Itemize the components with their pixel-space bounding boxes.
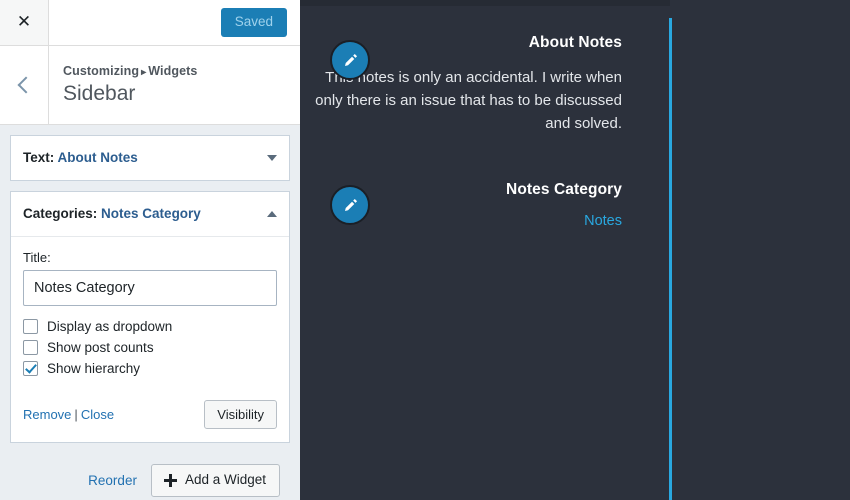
customizer-topbar: ✕ Saved <box>0 0 300 46</box>
preview-category-link-notes[interactable]: Notes <box>584 213 622 229</box>
chevron-up-icon[interactable] <box>267 211 277 218</box>
preview-widget-notes-category: Notes Category Notes <box>300 181 670 230</box>
back-button[interactable] <box>0 46 49 124</box>
checkbox-display-as-dropdown-label: Display as dropdown <box>47 319 173 335</box>
customizer-sidebar: ✕ Saved Customizing ▸ Widgets Sidebar Te… <box>0 0 300 500</box>
close-x-icon: ✕ <box>16 12 32 32</box>
close-widget-link[interactable]: Close <box>81 407 114 422</box>
checkbox-show-post-counts[interactable]: Show post counts <box>23 340 277 356</box>
theme-preview: About Notes This notes is only an accide… <box>300 0 850 500</box>
widget-action-links: Remove | Close <box>23 407 204 422</box>
chevron-down-icon[interactable] <box>267 155 277 162</box>
categories-options: Display as dropdown Show post counts Sho… <box>23 319 277 377</box>
preview-sidebar-area: About Notes This notes is only an accide… <box>300 34 670 230</box>
checkbox-display-as-dropdown[interactable]: Display as dropdown <box>23 319 277 335</box>
remove-widget-link[interactable]: Remove <box>23 407 71 422</box>
breadcrumb-parent: Widgets <box>148 63 198 78</box>
widget-categories-form: Title: Display as dropdown Show post cou… <box>11 236 289 389</box>
pencil-icon <box>344 53 357 66</box>
widget-text-header[interactable]: Text: About Notes <box>11 136 289 181</box>
title-input[interactable] <box>23 270 277 307</box>
widget-categories: Categories: Notes Category Title: Displa… <box>10 191 290 444</box>
checkbox-show-post-counts-label: Show post counts <box>47 340 154 356</box>
breadcrumb-separator-icon: ▸ <box>141 66 147 78</box>
plus-icon <box>163 473 177 487</box>
add-widget-button-label: Add a Widget <box>184 472 266 488</box>
customizer-section-header: Customizing ▸ Widgets Sidebar <box>0 46 300 125</box>
widget-categories-instance: Notes Category <box>101 206 201 222</box>
page-title: Sidebar <box>63 82 136 105</box>
preview-widget-about-notes: About Notes This notes is only an accide… <box>300 34 670 135</box>
checkbox-show-hierarchy[interactable]: Show hierarchy <box>23 361 277 377</box>
preview-top-strip <box>300 0 670 6</box>
widgets-footer: Reorder Add a Widget <box>10 453 290 497</box>
checkbox-show-hierarchy-box[interactable] <box>23 361 38 377</box>
visibility-button[interactable]: Visibility <box>204 400 277 430</box>
topbar-actions: Saved <box>49 0 300 45</box>
save-button[interactable]: Saved <box>220 8 287 37</box>
breadcrumb-root: Customizing <box>63 63 140 78</box>
reorder-link[interactable]: Reorder <box>88 473 137 488</box>
widget-text: Text: About Notes <box>10 135 290 182</box>
widget-categories-type: Categories: <box>23 206 98 222</box>
breadcrumb: Customizing ▸ Widgets <box>63 63 300 79</box>
title-field-label: Title: <box>23 250 51 266</box>
checkbox-show-post-counts-box[interactable] <box>23 340 38 356</box>
checkbox-show-hierarchy-label: Show hierarchy <box>47 361 141 377</box>
widget-categories-header[interactable]: Categories: Notes Category <box>11 192 289 237</box>
pencil-icon <box>344 198 357 211</box>
close-customizer-button[interactable]: ✕ <box>0 0 49 45</box>
widget-text-instance: About Notes <box>57 150 138 165</box>
chevron-left-icon <box>17 76 35 94</box>
widget-categories-actions: Remove | Close Visibility <box>11 388 289 443</box>
add-widget-button[interactable]: Add a Widget <box>150 464 280 497</box>
action-links-separator: | <box>74 407 78 423</box>
checkbox-display-as-dropdown-box[interactable] <box>23 319 38 335</box>
customizer-screen: ✕ Saved Customizing ▸ Widgets Sidebar Te… <box>0 0 850 500</box>
section-header-text: Customizing ▸ Widgets Sidebar <box>49 46 300 124</box>
widget-text-type: Text: <box>23 150 55 165</box>
widget-categories-title: Categories: Notes Category <box>23 206 259 222</box>
widget-text-title: Text: About Notes <box>23 150 259 166</box>
edit-widget-about-notes-button[interactable] <box>330 40 370 80</box>
customizer-content: Text: About Notes Categories: Notes Cate… <box>0 125 300 500</box>
